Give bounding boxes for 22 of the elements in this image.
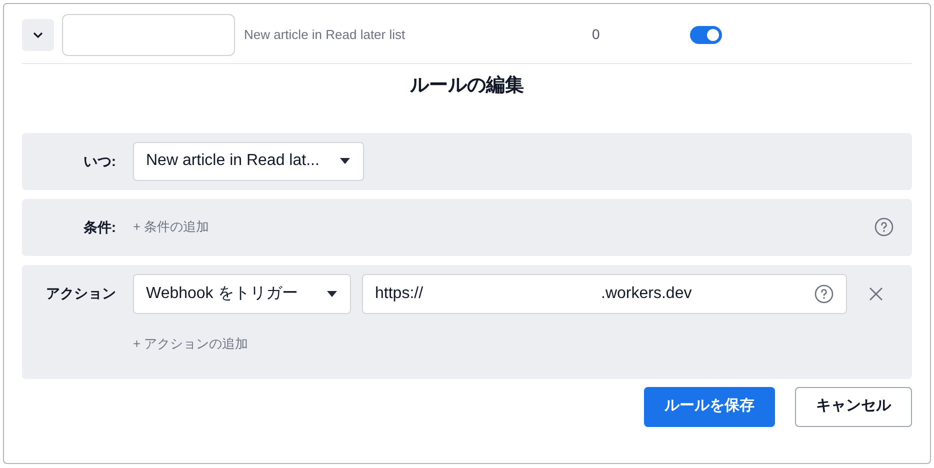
url-end: .workers.dev: [601, 284, 692, 304]
help-icon[interactable]: [874, 217, 894, 237]
caret-icon: [326, 290, 338, 298]
name-field[interactable]: [62, 14, 235, 56]
actions-label: アクション: [45, 284, 117, 303]
action-select[interactable]: Webhook をトリガー: [133, 274, 351, 314]
trigger-select[interactable]: New article in Read lat...: [133, 142, 364, 180]
enabled-toggle[interactable]: [690, 26, 722, 44]
save-button[interactable]: ルールを保存: [644, 386, 775, 426]
cancel-button[interactable]: キャンセル: [795, 386, 912, 426]
close-icon[interactable]: [869, 286, 883, 300]
add-condition-link[interactable]: + 条件の追加: [133, 217, 210, 237]
trigger-label: New article in Read later list: [244, 26, 406, 44]
caret-icon: [339, 157, 351, 165]
dialog-title: ルールの編集: [409, 74, 525, 98]
help-icon[interactable]: [814, 284, 834, 304]
add-action-link[interactable]: + アクションの追加: [133, 334, 248, 353]
url-field[interactable]: https:// .workers.dev: [362, 274, 847, 314]
url-start: https://: [375, 284, 424, 304]
count: 0: [592, 25, 601, 44]
when-label: いつ:: [82, 152, 117, 170]
conditions-label: 条件:: [82, 218, 117, 236]
